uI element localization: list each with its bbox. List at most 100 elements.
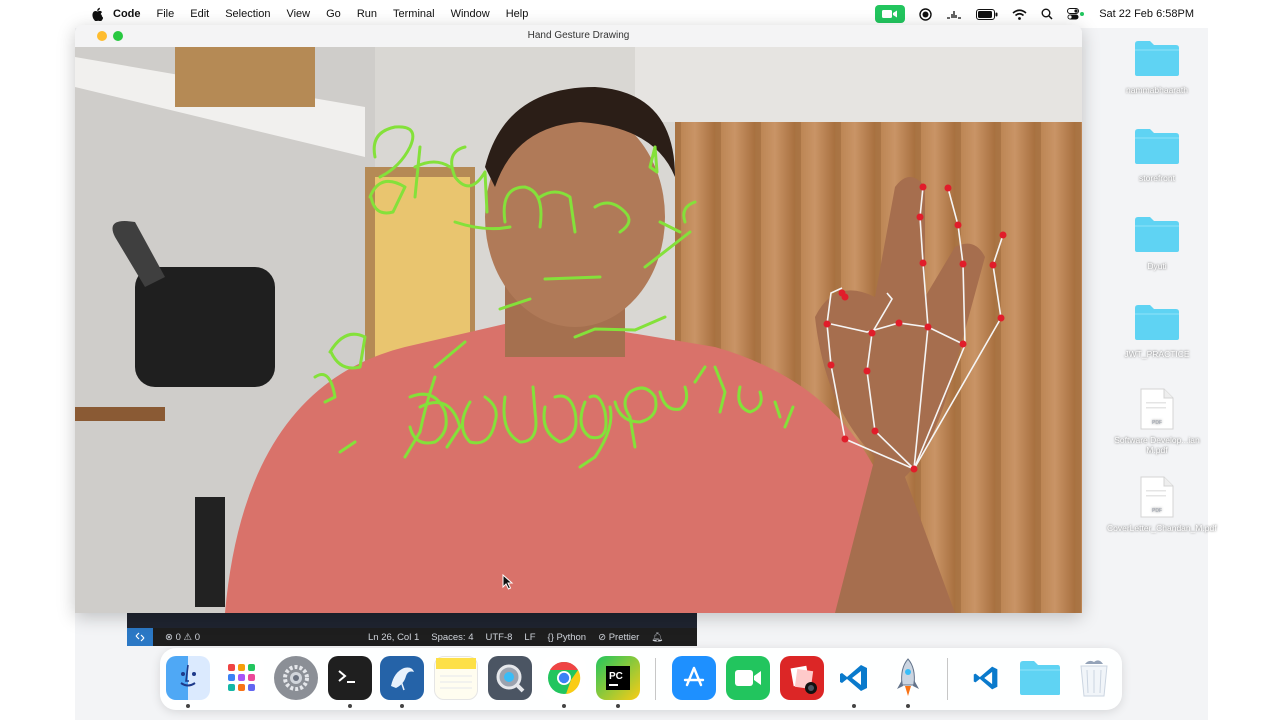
desktop-item-label: Dyuti [1147, 261, 1167, 272]
desktop-item-label: nammabhaarath [1126, 85, 1188, 96]
control-center-icon[interactable] [1067, 8, 1085, 20]
apple-menu-icon[interactable] [91, 7, 103, 21]
rocket-icon [897, 658, 919, 696]
menu-window[interactable]: Window [451, 8, 490, 20]
menu-edit[interactable]: Edit [190, 8, 209, 20]
menu-help[interactable]: Help [506, 8, 529, 20]
menu-file[interactable]: File [157, 8, 175, 20]
trash-icon [1080, 660, 1108, 697]
folder-icon [1020, 661, 1060, 695]
running-indicator [562, 704, 566, 708]
window-title: Hand Gesture Drawing [527, 30, 630, 41]
warning-count: 0 [194, 631, 201, 643]
dock-app-store[interactable] [672, 656, 716, 700]
dock-rocket-app[interactable] [886, 656, 930, 700]
dock-system-settings[interactable] [274, 656, 318, 700]
svg-text:PDF: PDF [1152, 508, 1162, 514]
gear-icon [283, 665, 309, 691]
notifications-bell-icon[interactable]: 🔔︎ [651, 632, 663, 643]
desktop-folder-dyuti[interactable]: Dyuti [1107, 214, 1207, 272]
desktop-folder-storefront[interactable]: storefront [1107, 126, 1207, 184]
vscode-icon [973, 666, 998, 690]
status-menus: Sat 22 Feb 6:58PM [875, 0, 1194, 28]
error-icon: ⊗ [165, 631, 173, 643]
spotlight-search-icon[interactable] [1041, 8, 1053, 20]
desktop-file-coverletter-pdf[interactable]: PDF CoverLetter_Chandan_M.pdf [1107, 476, 1217, 534]
facetime-icon [735, 670, 761, 686]
desktop-folder-jwt-practice[interactable]: JWT_PRACTICE [1107, 302, 1207, 360]
video-camera-icon [882, 10, 898, 18]
menu-clock[interactable]: Sat 22 Feb 6:58PM [1099, 8, 1194, 20]
remote-indicator-button[interactable] [127, 628, 153, 646]
chrome-icon [548, 661, 581, 694]
camera-feed[interactable] [75, 47, 1082, 613]
menu-run[interactable]: Run [357, 8, 377, 20]
cursor-position[interactable]: Ln 26, Col 1 [368, 632, 419, 643]
prettier-status[interactable]: ⊘ Prettier [598, 632, 639, 643]
desktop-file-resume-pdf[interactable]: PDF Software Develop...ian M.pdf [1107, 388, 1207, 455]
indentation-setting[interactable]: Spaces: 4 [431, 632, 473, 643]
window-titlebar[interactable]: Hand Gesture Drawing [75, 25, 1082, 47]
dock-launchpad[interactable] [220, 656, 264, 700]
dolphin-icon [391, 667, 414, 691]
dock-finder[interactable] [166, 656, 210, 700]
menu-go[interactable]: Go [326, 8, 341, 20]
camera-in-use-indicator[interactable] [875, 5, 906, 23]
dock-downloads-folder[interactable] [1018, 656, 1062, 700]
eol-setting[interactable]: LF [524, 632, 535, 643]
svg-text:PDF: PDF [1152, 420, 1162, 426]
mouse-pointer-icon [502, 574, 514, 590]
error-count: 0 [175, 631, 181, 643]
svg-text:PC: PC [609, 671, 623, 682]
vscode-status-bar: ⊗ 0 ⚠ 0 Ln 26, Col 1 Spaces: 4 UTF-8 LF … [127, 628, 697, 646]
menu-selection[interactable]: Selection [225, 8, 270, 20]
quicktime-icon [496, 664, 525, 693]
dock-vscode-recent[interactable] [964, 656, 1008, 700]
running-indicator [400, 704, 404, 708]
folder-icon [1135, 217, 1179, 252]
problems-indicator[interactable]: ⊗ 0 ⚠ 0 [165, 632, 200, 643]
menu-terminal[interactable]: Terminal [393, 8, 435, 20]
dock-mysql-workbench[interactable] [380, 656, 424, 700]
vscode-terminal-panel[interactable] [127, 613, 697, 628]
terminal-icon [338, 670, 355, 683]
dock: PC [160, 648, 1122, 710]
dock-vscode[interactable] [832, 656, 876, 700]
desktop-item-label: storefront [1139, 173, 1175, 184]
prettier-label: Prettier [608, 631, 640, 643]
menu-bar: Code File Edit Selection View Go Run Ter… [75, 0, 1208, 28]
encoding-setting[interactable]: UTF-8 [486, 632, 513, 643]
photo-booth-icon [790, 665, 817, 694]
desktop-folder-nammabhaarath[interactable]: nammabhaarath [1107, 38, 1207, 96]
dock-notes[interactable] [434, 656, 478, 700]
battery-icon[interactable] [976, 8, 998, 20]
desktop-item-label: Software Develop...ian M.pdf [1114, 435, 1200, 455]
running-indicator [852, 704, 856, 708]
launchpad-icon [228, 664, 255, 691]
dock-photo-booth[interactable] [780, 656, 824, 700]
dock-pycharm[interactable]: PC [596, 656, 640, 700]
pdf-icon: PDF [1140, 388, 1174, 430]
dock-quicktime[interactable] [488, 656, 532, 700]
running-indicator [186, 704, 190, 708]
dock-chrome[interactable] [542, 656, 586, 700]
menu-app-code[interactable]: Code [113, 8, 141, 20]
folder-icon [1135, 129, 1179, 164]
braces-icon: {} [547, 631, 554, 643]
language-mode[interactable]: {} Python [548, 632, 587, 643]
record-icon[interactable] [919, 7, 932, 21]
wifi-icon[interactable] [1012, 8, 1027, 20]
finder-icon [180, 664, 196, 687]
dock-terminal[interactable] [328, 656, 372, 700]
menu-view[interactable]: View [286, 8, 310, 20]
vscode-icon [840, 665, 867, 691]
hand-gesture-drawing-window[interactable]: Hand Gesture Drawing [75, 25, 1082, 613]
pdf-icon: PDF [1140, 476, 1174, 518]
desktop-item-label: CoverLetter_Chandan_M.pdf [1107, 523, 1217, 534]
dock-trash[interactable] [1072, 656, 1116, 700]
running-indicator [348, 704, 352, 708]
language-label: Python [556, 631, 587, 643]
prettier-icon: ⊘ [598, 631, 607, 643]
dock-facetime[interactable] [726, 656, 770, 700]
activity-icon[interactable] [946, 8, 962, 20]
